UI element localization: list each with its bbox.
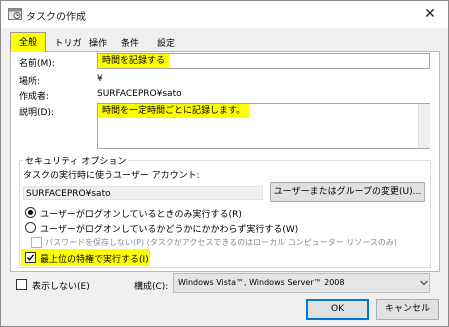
configure-for-select[interactable]: Windows Vista™, Windows Server™ 2008	[173, 273, 430, 293]
configure-for-label: 構成(C):	[134, 282, 169, 292]
tab-conditions[interactable]: 条件	[118, 36, 142, 52]
chevron-down-icon[interactable]	[420, 279, 428, 288]
description-scrollbar[interactable]	[418, 104, 430, 148]
name-label: 名前(M):	[19, 59, 55, 69]
author-value: SURFACEPRO¥sato	[97, 89, 182, 99]
tab-actions[interactable]: 操作	[86, 36, 110, 52]
radio-logged-on-only-label[interactable]: ユーザーがログオンしているときのみ実行する(R)	[40, 207, 242, 220]
task-scheduler-icon	[8, 7, 22, 20]
name-input-value: 時間を記録する	[98, 54, 170, 68]
description-value: 時間を一定時間ごとに記録します。	[98, 104, 250, 118]
change-user-button[interactable]: ユーザーまたはグループの変更(U)...	[270, 182, 425, 202]
security-options-title: セキュリティ オプション	[23, 154, 129, 167]
hidden-checkbox-label[interactable]: 表示しない(E)	[32, 279, 90, 292]
highest-privileges-checkbox[interactable]	[25, 252, 36, 263]
cancel-button[interactable]: キャンセル	[376, 299, 439, 320]
radio-run-whether-logged-on[interactable]	[25, 222, 36, 233]
location-value: ¥	[97, 74, 103, 84]
highest-privileges-label[interactable]: 最上位の特権で実行する(I)	[40, 252, 149, 265]
tab-triggers[interactable]: トリガー	[51, 36, 85, 65]
radio-logged-on-only[interactable]	[25, 207, 36, 218]
checkmark-icon	[26, 254, 35, 261]
window-title: タスクの作成	[26, 12, 86, 23]
user-account-value: SURFACEPRO¥sato	[23, 186, 263, 200]
no-password-checkbox	[31, 237, 42, 248]
ok-button[interactable]: OK	[306, 299, 369, 320]
description-label: 説明(D):	[19, 108, 54, 118]
hidden-checkbox[interactable]	[16, 279, 27, 290]
user-account-label: タスクの実行時に使うユーザー アカウント:	[23, 171, 200, 181]
radio-selected-dot	[28, 210, 33, 215]
close-button[interactable]: ✕	[418, 4, 442, 24]
radio-run-whether-logged-on-label[interactable]: ユーザーがログオンしているかどうかにかかわらず実行する(W)	[40, 222, 298, 235]
tab-general[interactable]: 全般	[10, 32, 46, 52]
tab-settings[interactable]: 設定	[153, 36, 179, 52]
location-label: 場所:	[19, 77, 41, 87]
no-password-checkbox-label: パスワードを保存しない(P) (タスクがアクセスできるのはローカル コンピュータ…	[45, 238, 397, 247]
author-label: 作成者:	[19, 92, 50, 102]
